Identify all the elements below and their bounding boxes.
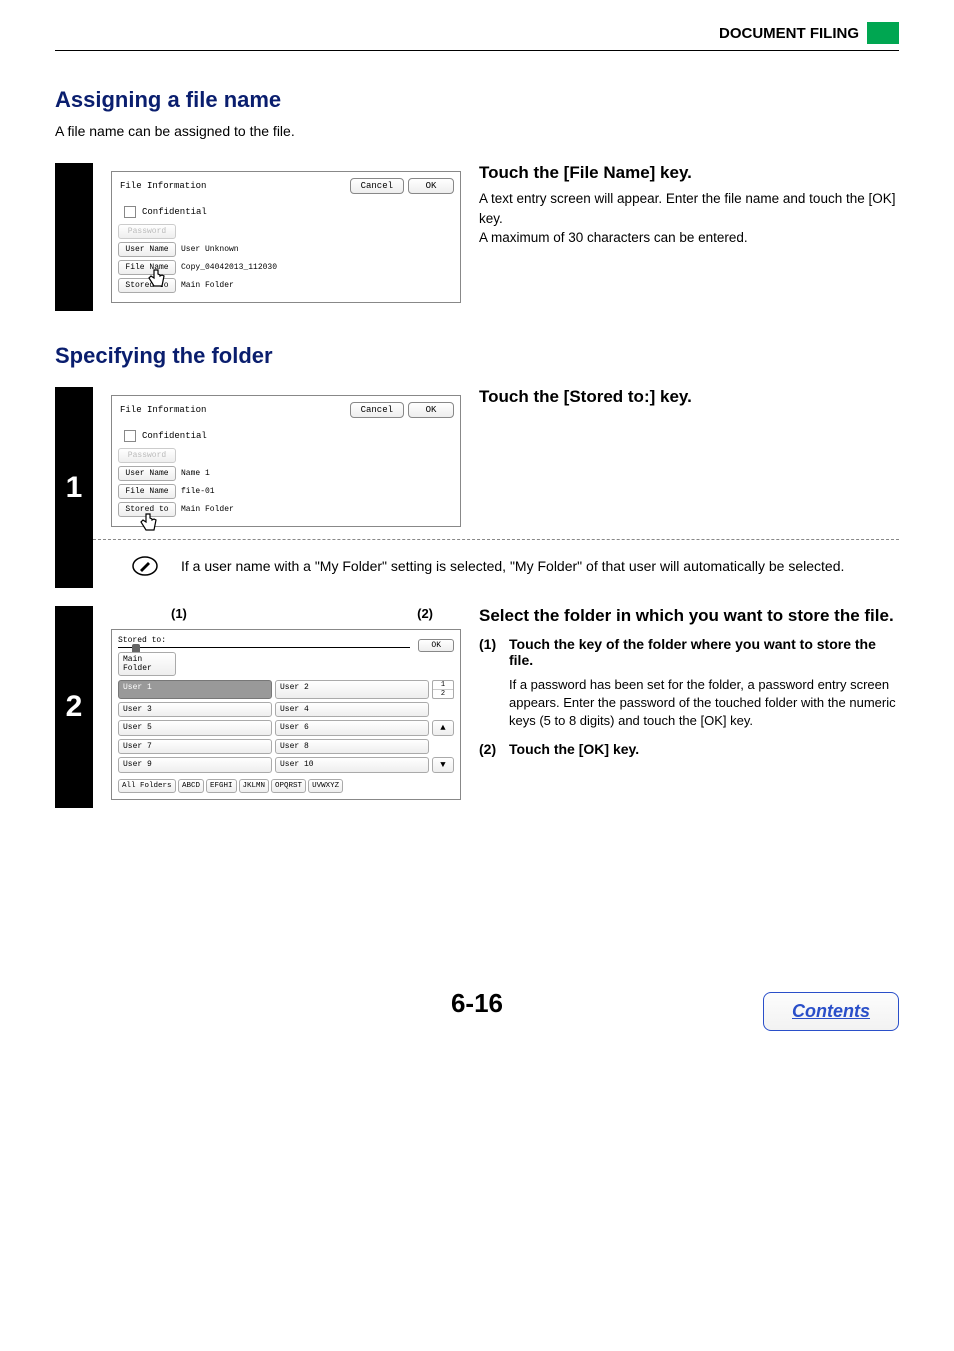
alpha-uvwxyz[interactable]: UVWXYZ bbox=[308, 779, 343, 793]
folder-user-2[interactable]: User 2 bbox=[275, 680, 429, 699]
ok-button[interactable]: OK bbox=[408, 178, 454, 194]
folder-user-9[interactable]: User 9 bbox=[118, 757, 272, 773]
step-number-bar bbox=[55, 163, 93, 311]
step1-title: Touch the [Stored to:] key. bbox=[479, 387, 899, 407]
folder-user-1[interactable]: User 1 bbox=[118, 680, 272, 699]
folder-user-5[interactable]: User 5 bbox=[118, 720, 272, 736]
confidential-label: Confidential bbox=[142, 207, 207, 217]
slider-track[interactable] bbox=[118, 647, 410, 648]
folder-user-8[interactable]: User 8 bbox=[275, 739, 429, 754]
substep-2-num: (2) bbox=[479, 741, 509, 761]
folder-user-6[interactable]: User 6 bbox=[275, 720, 429, 736]
scroll-up-button[interactable]: ▲ bbox=[432, 720, 454, 736]
section-tab bbox=[867, 22, 899, 44]
alpha-opqrst[interactable]: OPQRST bbox=[271, 779, 306, 793]
contents-button[interactable]: Contents bbox=[763, 992, 899, 1031]
cancel-button[interactable]: Cancel bbox=[350, 402, 404, 418]
step-body-line2: A maximum of 30 characters can be entere… bbox=[479, 228, 899, 248]
file-info-panel: File Information Cancel OK Confidential … bbox=[111, 171, 461, 303]
scroll-down-button[interactable]: ▼ bbox=[432, 757, 454, 773]
panel-title: File Information bbox=[118, 181, 346, 191]
substep-1-text: If a password has been set for the folde… bbox=[479, 676, 899, 731]
section-heading-assigning: Assigning a file name bbox=[55, 87, 899, 113]
confidential-label: Confidential bbox=[142, 431, 207, 441]
step-title: Touch the [File Name] key. bbox=[479, 163, 899, 183]
substep-1-title: Touch the key of the folder where you wa… bbox=[509, 636, 899, 668]
step-body-line1: A text entry screen will appear. Enter t… bbox=[479, 189, 899, 228]
filename-button[interactable]: File Name bbox=[118, 484, 176, 499]
password-button: Password bbox=[118, 224, 176, 239]
username-value: Name 1 bbox=[179, 469, 210, 478]
storedto-value: Main Folder bbox=[179, 281, 234, 290]
page-indicator: 12 bbox=[432, 680, 454, 699]
filename-value: Copy_04042013_112030 bbox=[179, 263, 277, 272]
slider-knob[interactable] bbox=[132, 644, 140, 652]
cancel-button[interactable]: Cancel bbox=[350, 178, 404, 194]
ok-button[interactable]: OK bbox=[408, 402, 454, 418]
step-number-2: 2 bbox=[55, 606, 93, 808]
ok-button[interactable]: OK bbox=[418, 639, 454, 652]
folder-user-3[interactable]: User 3 bbox=[118, 702, 272, 717]
alpha-efghi[interactable]: EFGHI bbox=[206, 779, 237, 793]
alpha-abcd[interactable]: ABCD bbox=[178, 779, 204, 793]
section-intro: A file name can be assigned to the file. bbox=[55, 123, 899, 139]
section-heading-specifying: Specifying the folder bbox=[55, 343, 899, 369]
folder-user-7[interactable]: User 7 bbox=[118, 739, 272, 754]
note-text: If a user name with a "My Folder" settin… bbox=[181, 558, 899, 574]
password-button: Password bbox=[118, 448, 176, 463]
filename-value: file-01 bbox=[179, 487, 215, 496]
panel-title: Stored to: bbox=[118, 636, 414, 645]
username-value: User Unknown bbox=[179, 245, 239, 254]
folder-user-4[interactable]: User 4 bbox=[275, 702, 429, 717]
confidential-checkbox[interactable] bbox=[124, 206, 136, 218]
substep-2-title: Touch the [OK] key. bbox=[509, 741, 899, 757]
substep-1-num: (1) bbox=[479, 636, 509, 672]
step-number-1: 1 bbox=[55, 387, 93, 588]
main-folder-tab[interactable]: Main Folder bbox=[118, 652, 176, 676]
dashed-divider bbox=[93, 539, 899, 540]
username-button[interactable]: User Name bbox=[118, 242, 176, 257]
page-header: DOCUMENT FILING bbox=[55, 25, 867, 42]
file-info-panel-2: File Information Cancel OK Confidential … bbox=[111, 395, 461, 527]
stored-to-panel: Stored to: OK Main Folder User 1 User 2 … bbox=[111, 629, 461, 800]
storedto-value: Main Folder bbox=[179, 505, 234, 514]
header-rule bbox=[55, 50, 899, 51]
step2-title: Select the folder in which you want to s… bbox=[479, 606, 899, 626]
note-pencil-icon bbox=[131, 552, 159, 580]
alpha-jklmn[interactable]: JKLMN bbox=[239, 779, 270, 793]
callout-1: (1) bbox=[171, 606, 187, 621]
hand-cursor-icon bbox=[144, 266, 174, 296]
folder-user-10[interactable]: User 10 bbox=[275, 757, 429, 773]
username-button[interactable]: User Name bbox=[118, 466, 176, 481]
hand-cursor-icon bbox=[136, 510, 166, 540]
confidential-checkbox[interactable] bbox=[124, 430, 136, 442]
panel-title: File Information bbox=[118, 405, 346, 415]
alpha-all[interactable]: All Folders bbox=[118, 779, 176, 793]
callout-2: (2) bbox=[417, 606, 433, 621]
